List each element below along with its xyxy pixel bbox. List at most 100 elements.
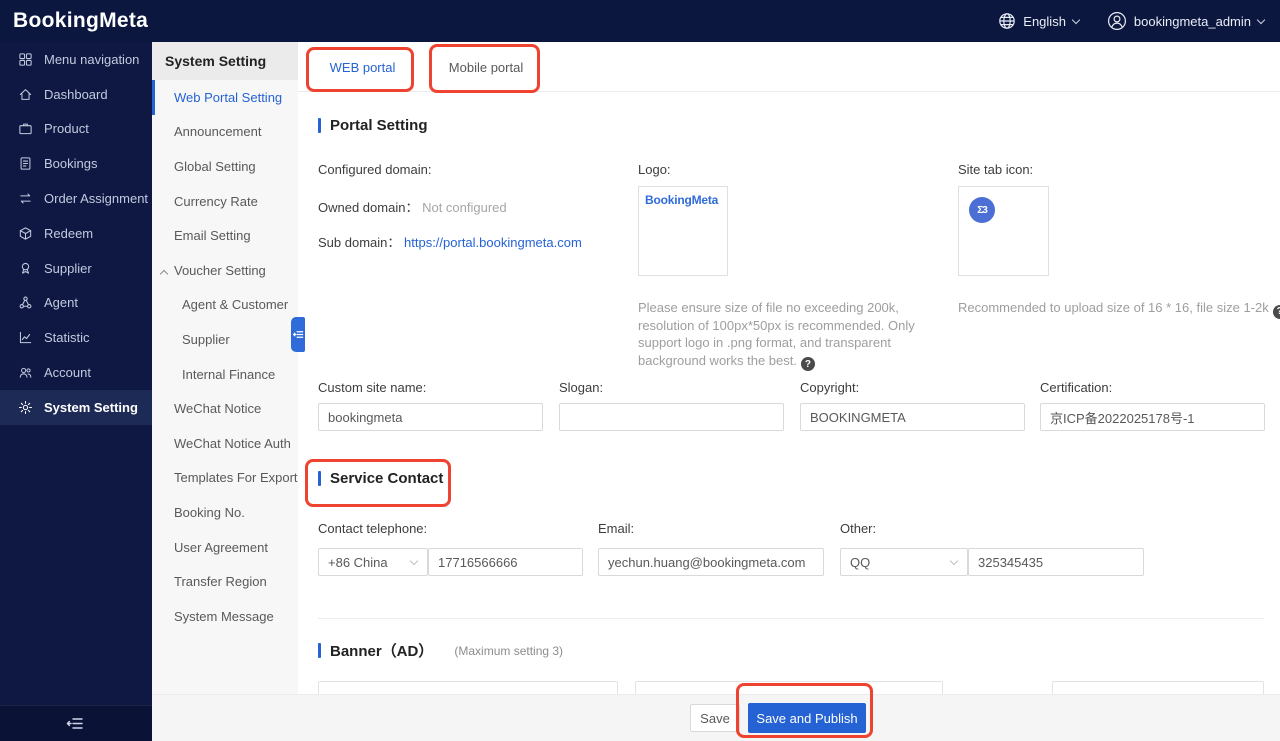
save-button[interactable]: Save xyxy=(690,704,740,732)
submenu-item-label: Booking No. xyxy=(174,505,245,520)
submenu-item-voucher-setting[interactable]: Voucher Setting xyxy=(152,253,298,288)
email-input[interactable] xyxy=(598,548,824,576)
gear-icon xyxy=(18,400,33,415)
submenu-item-templates-for-export[interactable]: Templates For Export xyxy=(152,461,298,496)
sidebar-item-label: Statistic xyxy=(44,330,90,345)
site-icon-upload-box[interactable]: Σ3 xyxy=(958,186,1049,276)
cube-icon xyxy=(18,226,33,241)
sidebar-item-label: Account xyxy=(44,365,91,380)
country-code-value: +86 China xyxy=(328,555,388,570)
submenu-item-booking-no[interactable]: Booking No. xyxy=(152,495,298,530)
submenu-item-supplier[interactable]: Supplier xyxy=(152,322,298,357)
section-title-text: Service Contact xyxy=(330,470,443,487)
tab-mobile-portal[interactable]: Mobile portal xyxy=(448,42,524,92)
chevron-up-icon xyxy=(160,270,168,278)
submenu-item-label: Agent & Customer xyxy=(182,297,288,312)
submenu-item-web-portal-setting[interactable]: Web Portal Setting xyxy=(152,80,298,115)
tab-web-portal[interactable]: WEB portal xyxy=(325,42,400,92)
user-icon xyxy=(1107,11,1127,31)
site-favicon-image: Σ3 xyxy=(969,197,995,223)
submenu-item-label: Web Portal Setting xyxy=(174,90,282,105)
submenu-item-currency-rate[interactable]: Currency Rate xyxy=(152,184,298,219)
sub-domain-row: Sub domain： https://portal.bookingmeta.c… xyxy=(318,232,582,251)
service-contact-title: Service Contact xyxy=(318,470,443,487)
owned-domain-row: Owned domain： Not configured xyxy=(318,197,507,216)
configured-domain-label: Configured domain: xyxy=(318,162,431,177)
sidebar-item-menu-navigation[interactable]: Menu navigation xyxy=(0,42,152,77)
submenu-item-wechat-notice[interactable]: WeChat Notice xyxy=(152,391,298,426)
submenu-item-label: Transfer Region xyxy=(174,574,267,589)
sidebar-item-redeem[interactable]: Redeem xyxy=(0,216,152,251)
submenu-item-label: Email Setting xyxy=(174,228,251,243)
portal-tabbar: WEB portal Mobile portal xyxy=(298,42,1280,92)
sidebar-item-dashboard[interactable]: Dashboard xyxy=(0,77,152,112)
grid-icon xyxy=(18,52,33,67)
save-and-publish-button[interactable]: Save and Publish xyxy=(748,703,866,733)
submenu-item-system-message[interactable]: System Message xyxy=(152,599,298,634)
sidebar-item-bookings[interactable]: Bookings xyxy=(0,146,152,181)
certification-input[interactable] xyxy=(1040,403,1265,431)
submenu-item-internal-finance[interactable]: Internal Finance xyxy=(152,357,298,392)
primary-sidebar: Menu navigation Dashboard Product Bookin… xyxy=(0,42,152,741)
medal-icon xyxy=(18,261,33,276)
language-selector[interactable]: English xyxy=(998,12,1079,30)
submenu-collapse-handle[interactable] xyxy=(291,317,305,352)
help-question-icon[interactable]: ? xyxy=(801,357,815,371)
logo-upload-box[interactable]: BookingMeta xyxy=(638,186,728,276)
sidebar-item-agent[interactable]: Agent xyxy=(0,286,152,321)
other-type-select[interactable]: QQ xyxy=(840,548,968,576)
custom-site-name-input[interactable] xyxy=(318,403,543,431)
sidebar-item-product[interactable]: Product xyxy=(0,112,152,147)
submenu-item-announcement[interactable]: Announcement xyxy=(152,115,298,150)
submenu-item-label: User Agreement xyxy=(174,540,268,555)
submenu-item-global-setting[interactable]: Global Setting xyxy=(152,149,298,184)
sidebar-item-label: Supplier xyxy=(44,261,92,276)
portal-setting-title: Portal Setting xyxy=(318,117,428,134)
chevron-down-icon xyxy=(950,556,958,564)
submenu-item-user-agreement[interactable]: User Agreement xyxy=(152,530,298,565)
slogan-input[interactable] xyxy=(559,403,784,431)
logo-help-text-content: Please ensure size of file no exceeding … xyxy=(638,300,915,368)
submenu-item-agent-customer[interactable]: Agent & Customer xyxy=(152,288,298,323)
slogan-label: Slogan: xyxy=(559,380,603,395)
owned-domain-label: Owned domain： xyxy=(318,200,418,215)
submenu-item-label: WeChat Notice Auth xyxy=(174,436,291,451)
sidebar-item-label: Redeem xyxy=(44,226,93,241)
submenu-item-email-setting[interactable]: Email Setting xyxy=(152,218,298,253)
phone-input[interactable] xyxy=(428,548,583,576)
site-icon-help-text-content: Recommended to upload size of 16 * 16, f… xyxy=(958,300,1269,315)
sidebar-item-label: Order Assignment xyxy=(44,191,148,206)
submenu-item-transfer-region[interactable]: Transfer Region xyxy=(152,564,298,599)
section-title-text: Portal Setting xyxy=(330,117,428,134)
globe-icon xyxy=(998,12,1016,30)
sidebar-item-account[interactable]: Account xyxy=(0,355,152,390)
submenu-item-label: Announcement xyxy=(174,124,261,139)
section-title-text: Banner（AD） xyxy=(330,640,433,661)
country-code-select[interactable]: +86 China xyxy=(318,548,428,576)
sidebar-item-system-setting[interactable]: System Setting xyxy=(0,390,152,425)
copyright-input[interactable] xyxy=(800,403,1025,431)
site-tab-icon-label: Site tab icon: xyxy=(958,162,1033,177)
tab-label: WEB portal xyxy=(330,60,396,75)
certification-label: Certification: xyxy=(1040,380,1112,395)
collapse-menu-icon xyxy=(66,714,85,733)
secondary-sidebar: System Setting Web Portal Setting Announ… xyxy=(152,42,298,741)
sidebar-item-label: System Setting xyxy=(44,400,138,415)
collapse-handle-icon xyxy=(293,329,304,340)
sub-domain-link[interactable]: https://portal.bookingmeta.com xyxy=(404,235,582,250)
sidebar-collapse-button[interactable] xyxy=(0,705,152,741)
site-icon-help-text: Recommended to upload size of 16 * 16, f… xyxy=(958,299,1280,319)
user-menu[interactable]: bookingmeta_admin xyxy=(1107,11,1264,31)
help-question-icon[interactable]: ? xyxy=(1273,305,1280,319)
submenu-item-label: Currency Rate xyxy=(174,194,258,209)
sidebar-item-statistic[interactable]: Statistic xyxy=(0,320,152,355)
sidebar-item-supplier[interactable]: Supplier xyxy=(0,251,152,286)
submenu-item-wechat-notice-auth[interactable]: WeChat Notice Auth xyxy=(152,426,298,461)
section-bar xyxy=(318,643,321,658)
other-value-input[interactable] xyxy=(968,548,1144,576)
other-label: Other: xyxy=(840,521,876,536)
custom-site-name-label: Custom site name: xyxy=(318,380,426,395)
sidebar-item-order-assignment[interactable]: Order Assignment xyxy=(0,181,152,216)
users-icon xyxy=(18,365,33,380)
chart-icon xyxy=(18,330,33,345)
